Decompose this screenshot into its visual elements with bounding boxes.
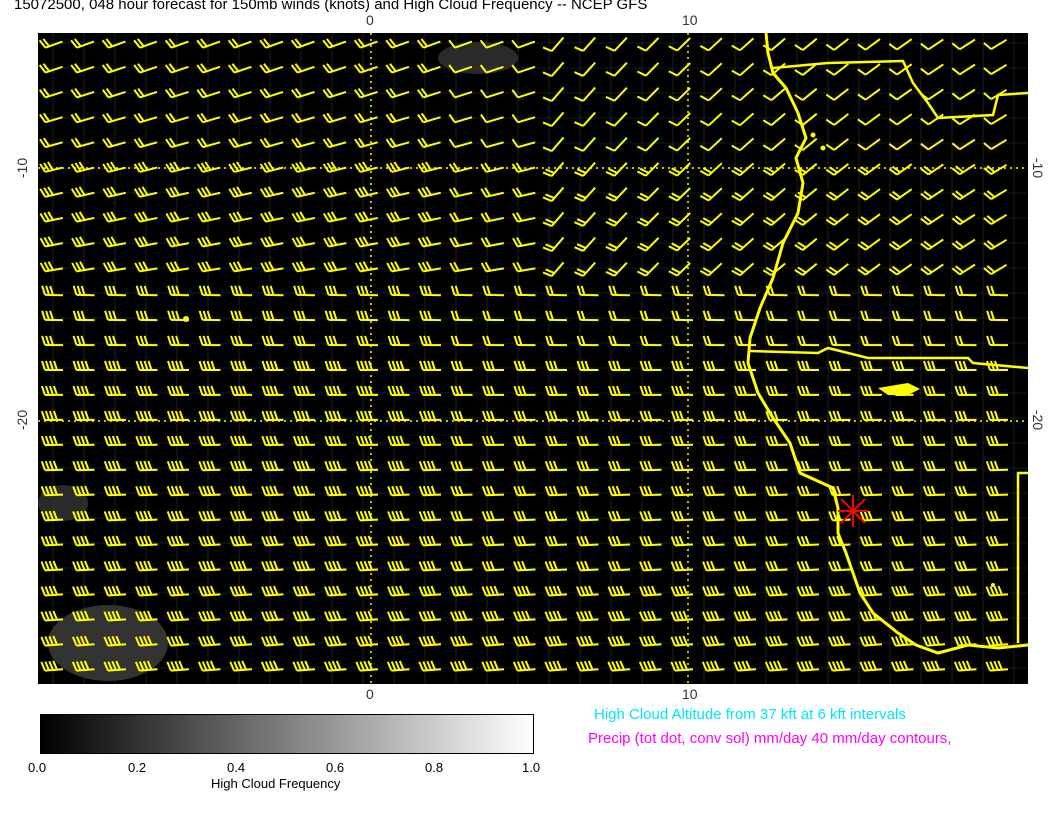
island (991, 583, 995, 587)
legend-cloud-altitude: High Cloud Altitude from 37 kft at 6 kft… (594, 706, 906, 723)
legend-precip: Precip (tot dot, conv sol) mm/day 40 mm/… (588, 730, 952, 747)
colorbar-title: High Cloud Frequency (211, 776, 341, 791)
island (183, 316, 189, 322)
left-tick-minus20: -20 (14, 409, 31, 431)
colorbar-tick: 0.4 (227, 760, 246, 775)
colorbar-tick: 0.2 (128, 760, 147, 775)
cloud-patch (438, 42, 518, 74)
colorbar-tick: 1.0 (522, 760, 541, 775)
cloud-patch (38, 485, 88, 521)
colorbar-tick: 0.0 (28, 760, 47, 775)
map-title: 15072500, 048 hour forecast for 150mb wi… (14, 0, 648, 13)
colorbar-tick: 0.6 (326, 760, 345, 775)
top-tick-10: 10 (682, 12, 698, 28)
bottom-tick-0: 0 (366, 686, 374, 702)
bottom-tick-10: 10 (682, 686, 698, 702)
left-tick-minus10: -10 (14, 157, 31, 179)
top-tick-0: 0 (366, 12, 374, 28)
station-marker (838, 495, 868, 527)
right-tick-minus20: -20 (1030, 409, 1047, 431)
right-tick-minus10: -10 (1030, 157, 1047, 179)
colorbar-tick: 0.8 (425, 760, 444, 775)
island (810, 132, 816, 138)
island (820, 145, 826, 151)
wind-map (38, 33, 1028, 684)
colorbar (40, 714, 534, 754)
